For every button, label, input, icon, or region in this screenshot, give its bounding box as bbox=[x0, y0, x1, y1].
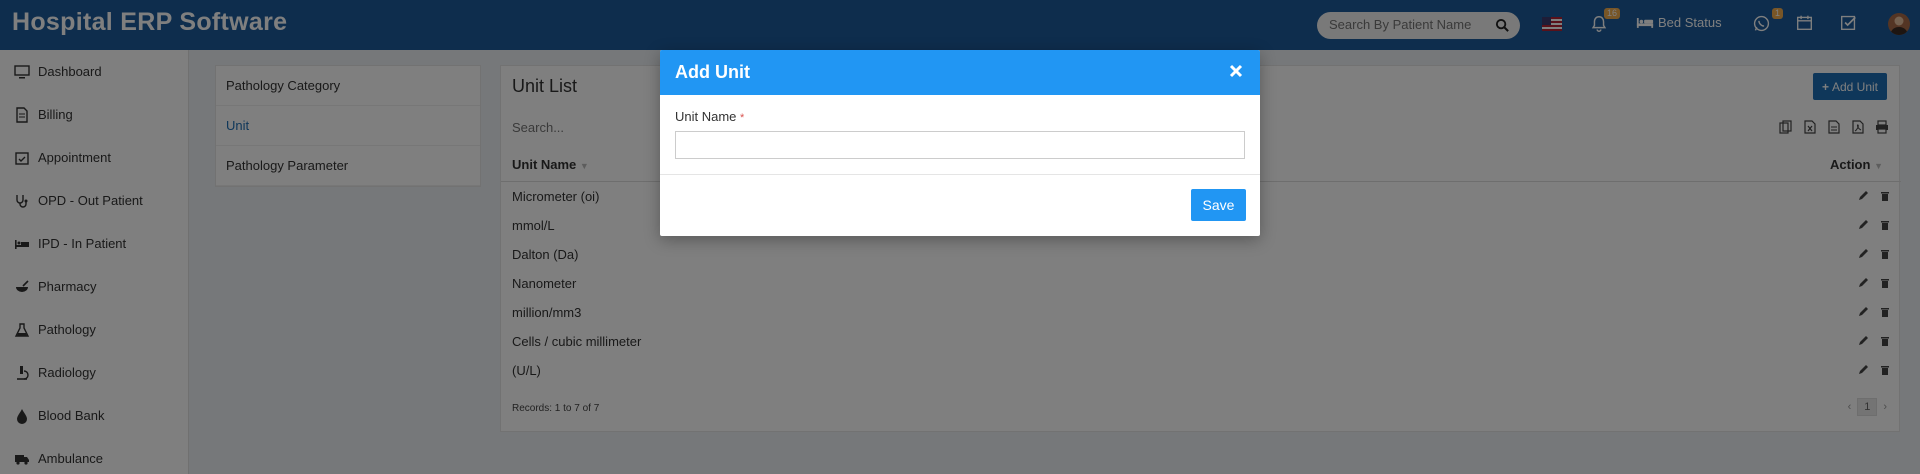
unit-name-field[interactable] bbox=[675, 131, 1245, 159]
unit-name-label-text: Unit Name bbox=[675, 109, 737, 124]
modal-divider bbox=[660, 174, 1260, 175]
unit-name-label: Unit Name * bbox=[675, 109, 744, 124]
close-icon[interactable] bbox=[1226, 61, 1246, 81]
required-mark: * bbox=[740, 112, 745, 124]
add-unit-modal: Add Unit Unit Name * Save bbox=[660, 50, 1260, 236]
save-button[interactable]: Save bbox=[1191, 189, 1246, 221]
modal-header: Add Unit bbox=[660, 50, 1260, 95]
modal-title: Add Unit bbox=[675, 62, 750, 82]
